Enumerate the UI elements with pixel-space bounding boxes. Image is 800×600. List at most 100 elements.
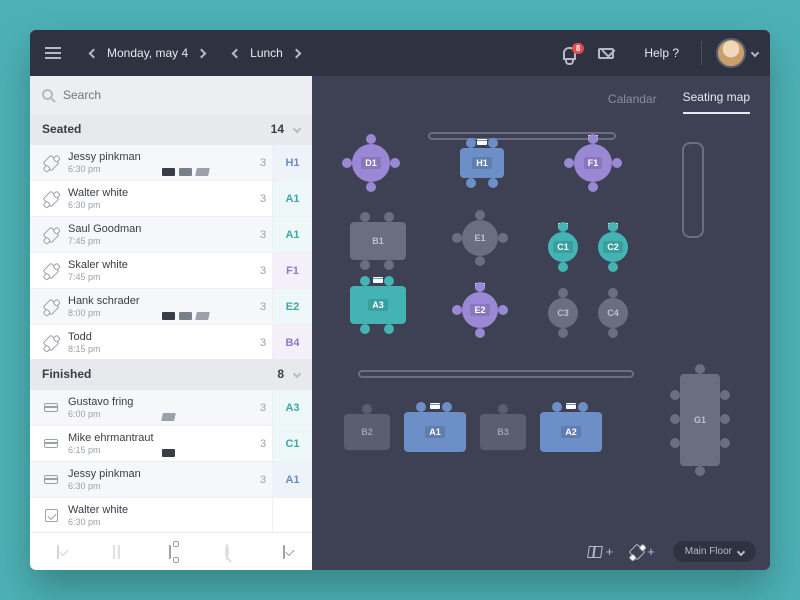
meal-label[interactable]: Lunch: [250, 46, 283, 60]
assigned-table[interactable]: F1: [272, 253, 312, 288]
date-prev-icon[interactable]: [89, 48, 99, 58]
badge-pct: [162, 312, 175, 320]
assigned-table[interactable]: A1: [272, 217, 312, 252]
row-info: Saul Goodman7:45 pm: [62, 223, 254, 247]
reservation-row[interactable]: Walter white6:30 pm3A1: [30, 181, 312, 217]
tab-seating-map[interactable]: Seating map: [683, 90, 750, 114]
row-badges: [162, 413, 175, 421]
reservation-row[interactable]: Jessy pinkman6:30 pm3H1: [30, 145, 312, 181]
seat: [488, 138, 498, 148]
guest-name: Todd: [68, 331, 254, 344]
assigned-table[interactable]: A1: [272, 181, 312, 216]
table-B3[interactable]: B3: [480, 414, 526, 450]
table-F1[interactable]: F1: [574, 144, 612, 182]
rail: [682, 142, 704, 238]
reservation-row[interactable]: Gustavo fring6:00 pm3A3: [30, 390, 312, 426]
seat: [558, 262, 568, 272]
table-C4[interactable]: C4: [598, 298, 628, 328]
guest-name: Jessy pinkman: [68, 468, 254, 481]
avatar[interactable]: [716, 38, 746, 68]
table-B1[interactable]: B1: [350, 222, 406, 260]
reservation-row[interactable]: Hank schrader8:00 pm3E2: [30, 289, 312, 325]
badge-pct: [162, 168, 175, 176]
sidebar: Seated 14 Jessy pinkman6:30 pm3H1Walter …: [30, 76, 312, 570]
table-A3[interactable]: A3: [350, 286, 406, 324]
seated-list: Jessy pinkman6:30 pm3H1Walter white6:30 …: [30, 145, 312, 358]
table-icon: [629, 543, 646, 560]
seat: [558, 288, 568, 298]
footer-alarm-icon[interactable]: [225, 546, 229, 558]
table-A2[interactable]: A2: [540, 412, 602, 452]
assigned-table[interactable]: A1: [272, 462, 312, 497]
reservation-row[interactable]: Saul Goodman7:45 pm3A1: [30, 217, 312, 253]
assigned-table[interactable]: [272, 498, 312, 532]
table-C3[interactable]: C3: [548, 298, 578, 328]
reservation-row[interactable]: Jessy pinkman6:30 pm3A1: [30, 462, 312, 498]
guest-name: Hank schrader: [68, 295, 254, 308]
reservation-time: 6:30 pm: [68, 164, 254, 175]
floor-selector[interactable]: Main Floor: [673, 541, 756, 562]
seat: [720, 438, 730, 448]
seat: [670, 414, 680, 424]
tab-calendar[interactable]: Calandar: [608, 92, 657, 114]
assigned-table[interactable]: E2: [272, 289, 312, 324]
seat: [360, 276, 370, 286]
assigned-table[interactable]: H1: [272, 145, 312, 180]
messages-button[interactable]: [598, 48, 614, 59]
map-icon: [587, 546, 603, 558]
meal-next-icon[interactable]: [291, 48, 301, 58]
reservation-row[interactable]: Walter white6:30 pm: [30, 498, 312, 532]
reservation-row[interactable]: Mike ehrmantraut6:15 pm3C1: [30, 426, 312, 462]
table-C1[interactable]: C1: [548, 232, 578, 262]
table-A1[interactable]: A1: [404, 412, 466, 452]
date-nav: Monday, may 4: [76, 46, 219, 60]
chevron-down-icon: [293, 125, 301, 133]
badge-card: [179, 168, 192, 176]
add-map-button[interactable]: +: [588, 544, 614, 559]
menu-button[interactable]: [30, 30, 76, 76]
party-size: 3: [254, 337, 272, 349]
assigned-table[interactable]: A3: [272, 390, 312, 425]
chevron-down-icon: [737, 547, 745, 555]
party-size: 3: [254, 438, 272, 450]
date-label[interactable]: Monday, may 4: [107, 46, 188, 60]
notifications-button[interactable]: 8: [553, 47, 586, 60]
search-icon: [42, 89, 53, 100]
table-H1[interactable]: H1: [460, 148, 504, 178]
seating-canvas[interactable]: D1 H1 F1 B1: [312, 114, 770, 570]
seat: [578, 402, 588, 412]
table-G1[interactable]: G1: [680, 374, 720, 466]
section-finished-header[interactable]: Finished 8: [30, 359, 312, 391]
guest-name: Saul Goodman: [68, 223, 254, 236]
assigned-table[interactable]: C1: [272, 426, 312, 461]
seat: [360, 324, 370, 334]
guest-name: Jessy pinkman: [68, 151, 254, 164]
date-next-icon[interactable]: [197, 48, 207, 58]
add-table-button[interactable]: +: [631, 544, 655, 559]
meal-prev-icon[interactable]: [232, 48, 242, 58]
table-E2[interactable]: E2: [462, 292, 498, 328]
footer-map-icon[interactable]: [113, 546, 115, 558]
table-B2[interactable]: B2: [344, 414, 390, 450]
badge-card: [179, 312, 192, 320]
seat: [466, 178, 476, 188]
assigned-table[interactable]: B4: [272, 325, 312, 358]
reservation-row[interactable]: Skaler white7:45 pm3F1: [30, 253, 312, 289]
search-input[interactable]: [63, 88, 300, 102]
footer-confirm-icon[interactable]: [283, 546, 285, 558]
reservation-row[interactable]: Todd8:15 pm3B4: [30, 325, 312, 358]
footer-clipboard-icon[interactable]: [57, 546, 59, 558]
seat: [390, 158, 400, 168]
footer-table-icon[interactable]: [169, 546, 171, 558]
section-seated-header[interactable]: Seated 14: [30, 114, 312, 146]
reservation-time: 7:45 pm: [68, 236, 254, 247]
seat: [558, 222, 568, 232]
row-status-icon: [40, 509, 62, 522]
user-menu-chevron-icon[interactable]: [751, 49, 759, 57]
help-link[interactable]: Help ?: [626, 46, 697, 60]
table-D1[interactable]: D1: [352, 144, 390, 182]
table-C2[interactable]: C2: [598, 232, 628, 262]
row-badges: [162, 449, 175, 457]
table-E1[interactable]: E1: [462, 220, 498, 256]
seat: [608, 262, 618, 272]
